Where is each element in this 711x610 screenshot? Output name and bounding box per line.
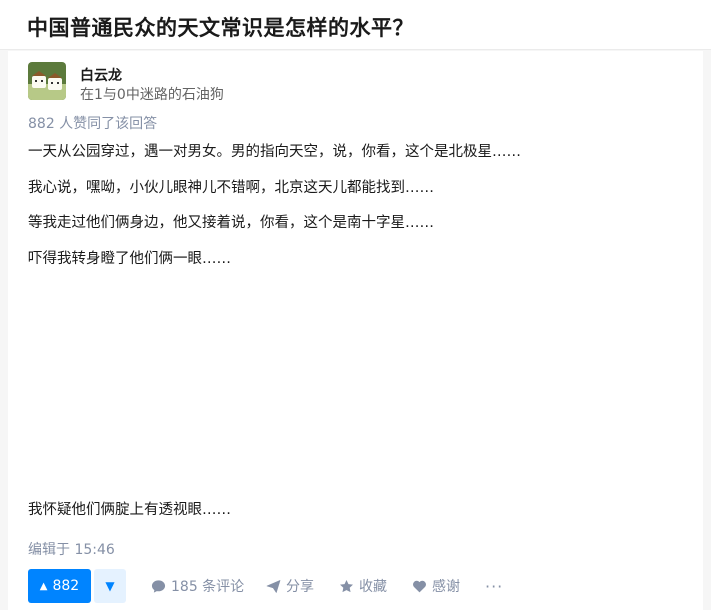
upvote-arrow-icon: ▲ (39, 580, 48, 592)
heart-icon (412, 579, 427, 594)
comment-button[interactable]: 185 条评论 (151, 569, 244, 603)
thanks-button[interactable]: 感谢 (412, 569, 460, 603)
downvote-arrow-icon: ▼ (105, 579, 115, 593)
edit-time[interactable]: 编辑于 15:46 (28, 539, 115, 559)
thanks-label: 感谢 (432, 579, 460, 595)
upvote-count: 882 (52, 578, 80, 594)
comment-label: 185 条评论 (171, 579, 245, 595)
answer-paragraph: 我心说，嘿呦，小伙儿眼神儿不错啊，北京这天儿都能找到…… (28, 180, 434, 196)
answer-card: 白云龙 在1与0中迷路的石油狗 882 人赞同了该回答 一天从公园穿过，遇一对男… (8, 51, 703, 610)
downvote-button[interactable]: ▼ (94, 569, 126, 603)
share-button[interactable]: 分享 (266, 569, 314, 603)
share-icon (266, 579, 281, 594)
collect-label: 收藏 (359, 579, 387, 595)
upvote-button[interactable]: ▲ 882 (28, 569, 91, 603)
vote-summary[interactable]: 882 人赞同了该回答 (28, 113, 157, 133)
share-label: 分享 (286, 579, 314, 595)
collect-button[interactable]: 收藏 (339, 569, 387, 603)
avatar[interactable] (28, 62, 66, 100)
answer-paragraph: 我怀疑他们俩腚上有透视眼…… (28, 502, 231, 518)
question-header: 中国普通民众的天文常识是怎样的水平？ (0, 0, 711, 50)
answer-paragraph: 吓得我转身瞪了他们俩一眼…… (28, 251, 231, 267)
more-button[interactable]: ··· (485, 569, 503, 603)
action-bar: ▲ 882 ▼ 185 条评论 分享 收藏 感谢 ··· (28, 569, 698, 603)
comment-icon (151, 579, 166, 594)
more-icon: ··· (485, 576, 504, 596)
question-title[interactable]: 中国普通民众的天文常识是怎样的水平？ (27, 12, 414, 42)
author-bio: 在1与0中迷路的石油狗 (80, 87, 224, 103)
author-name[interactable]: 白云龙 (80, 65, 122, 85)
answer-paragraph: 一天从公园穿过，遇一对男女。男的指向天空，说，你看，这个是北极星…… (28, 144, 521, 160)
star-icon (339, 579, 354, 594)
answer-paragraph: 等我走过他们俩身边，他又接着说，你看，这个是南十字星…… (28, 215, 434, 231)
